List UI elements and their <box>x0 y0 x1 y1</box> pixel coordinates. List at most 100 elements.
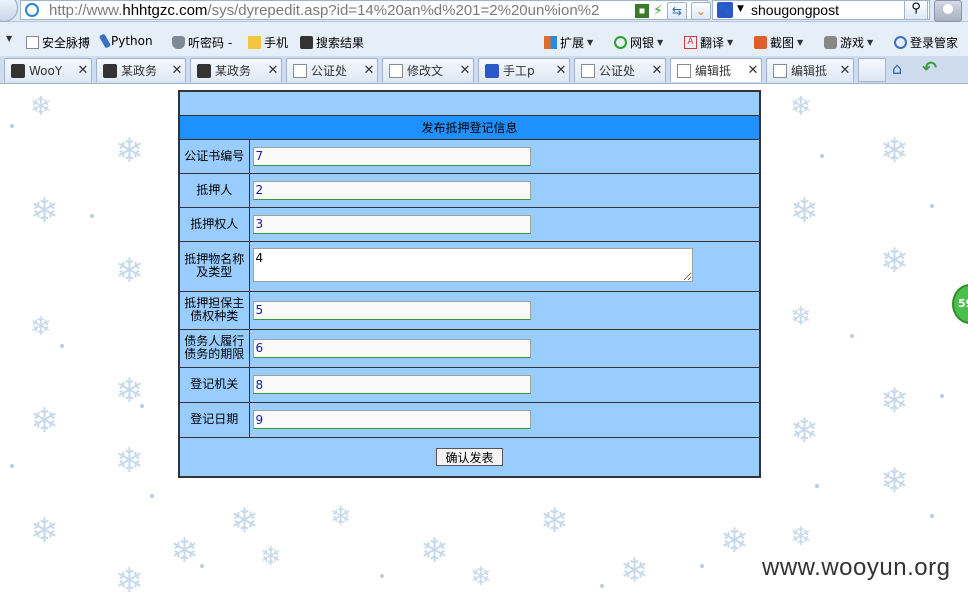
decor-dot <box>10 124 14 128</box>
site-info-icon[interactable] <box>25 3 39 17</box>
url-text: http://www.hhhtgzc.com/sys/dyrepedit.asp… <box>49 2 600 19</box>
close-icon[interactable]: ✕ <box>361 63 377 78</box>
decor-dot <box>600 584 604 588</box>
chevron-down-icon: ▼ <box>797 38 804 47</box>
bookmark-item[interactable]: Python <box>98 33 153 49</box>
tab-item[interactable]: 公证处 ✕ <box>286 58 378 82</box>
snowflake-icon: ❄ <box>30 401 59 441</box>
chevron-down-icon: ▼ <box>657 38 664 47</box>
toolbar-login-manager[interactable]: 登录管家 <box>894 34 958 51</box>
toolbar-banking[interactable]: 网银 ▼ <box>614 34 663 51</box>
qr-code-icon[interactable] <box>635 4 649 18</box>
snowflake-icon: ❄ <box>420 531 449 571</box>
scissors-icon <box>754 36 767 49</box>
bookmark-item[interactable]: 手机 <box>248 34 288 51</box>
field-label: 登记日期 <box>178 401 250 438</box>
close-icon[interactable]: ✕ <box>265 63 281 78</box>
close-icon[interactable]: ✕ <box>169 63 185 78</box>
notary-number-input[interactable] <box>252 146 531 166</box>
claim-type-input[interactable] <box>252 300 531 320</box>
new-tab-button[interactable] <box>858 58 886 82</box>
url-tools: ⚡ ⇆ ⌄ <box>635 2 711 20</box>
tab-item[interactable]: WooY ✕ <box>4 58 92 82</box>
bookmarks-bar: ▼ 安全脉搏 Python 听密码 - 手机 搜索结果 扩展 ▼ 网银 ▼ A 翻译 ▼… <box>0 30 968 52</box>
field-label: 债务人履行债务的期限 <box>178 328 250 368</box>
close-icon[interactable]: ✕ <box>837 63 853 78</box>
yen-shield-icon <box>614 36 627 49</box>
page-icon <box>677 63 691 78</box>
close-icon[interactable]: ✕ <box>75 63 91 78</box>
back-button[interactable] <box>0 0 18 22</box>
refresh-icon: ⇆ <box>671 4 682 18</box>
tab-item[interactable]: 公证处 ✕ <box>574 58 666 82</box>
undo-close-tab-icon[interactable]: ↶ <box>922 60 944 78</box>
decor-dot <box>850 334 854 338</box>
decor-dot <box>200 564 204 568</box>
cloud-icon <box>103 63 117 78</box>
home-icon[interactable]: ⌂ <box>892 60 910 78</box>
toolbar-games[interactable]: 游戏 ▼ <box>824 34 873 51</box>
decor-dot <box>150 494 154 498</box>
chevron-down-icon[interactable]: ▼ <box>737 4 744 14</box>
search-input[interactable]: shougongpost <box>751 2 839 18</box>
debt-term-input[interactable] <box>252 338 531 358</box>
search-box[interactable]: 🐾 ▼ shougongpost <box>712 0 930 20</box>
field-label: 抵押权人 <box>178 206 250 242</box>
toolbar-extensions[interactable]: 扩展 ▼ <box>544 34 593 51</box>
registration-authority-input[interactable] <box>252 375 531 394</box>
confirm-publish-button[interactable]: 确认发表 <box>436 447 503 466</box>
decor-dot <box>90 214 94 218</box>
tab-item[interactable]: 某政务 ✕ <box>96 58 186 82</box>
close-icon[interactable]: ✕ <box>745 63 761 78</box>
browser-chrome: http://www.hhhtgzc.com/sys/dyrepedit.asp… <box>0 0 968 84</box>
bookmarks-menu-caret[interactable]: ▼ <box>6 34 12 43</box>
tab-item[interactable]: 编辑抵 ✕ <box>766 58 854 82</box>
tab-item[interactable]: 手工p ✕ <box>478 58 570 82</box>
snowflake-icon: ❄ <box>790 411 819 451</box>
search-engine-icon[interactable]: 🐾 <box>717 2 733 18</box>
mortgagor-input[interactable] <box>252 180 531 200</box>
mortgagee-input[interactable] <box>252 214 531 234</box>
snowflake-icon: ❄ <box>30 92 52 122</box>
tab-item-active[interactable]: 编辑抵 ✕ <box>670 58 762 82</box>
close-icon[interactable]: ✕ <box>553 63 569 78</box>
snowflake-icon: ❄ <box>30 312 52 342</box>
chevron-down-icon: ▼ <box>6 34 13 43</box>
speed-mode-icon[interactable]: ⚡ <box>653 3 663 19</box>
snowflake-icon: ❄ <box>880 381 909 421</box>
toolbar-translate[interactable]: A 翻译 ▼ <box>684 34 733 51</box>
bookmark-item[interactable]: 听密码 - <box>172 34 232 51</box>
registration-date-input[interactable] <box>252 410 531 429</box>
collateral-textarea[interactable] <box>252 247 693 282</box>
watermark: www.wooyun.org <box>762 554 951 581</box>
url-dropdown-button[interactable]: ⌄ <box>690 2 711 20</box>
decor-dot <box>930 514 934 518</box>
close-icon[interactable]: ✕ <box>457 63 473 78</box>
floating-speed-widget[interactable]: 59 <box>952 284 968 324</box>
toolbar-screenshot[interactable]: 截图 ▼ <box>754 34 803 51</box>
field-label: 抵押人 <box>178 172 250 208</box>
search-button[interactable]: ⚲ <box>904 0 928 20</box>
snowflake-icon: ❄ <box>260 542 282 572</box>
snowflake-icon: ❄ <box>540 501 569 541</box>
page-icon <box>26 36 39 49</box>
form-top-bar <box>178 90 761 116</box>
chevron-down-icon: ⌄ <box>695 4 706 18</box>
tab-item[interactable]: 某政务 ✕ <box>190 58 282 82</box>
page-icon <box>581 63 595 78</box>
url-field[interactable]: http://www.hhhtgzc.com/sys/dyrepedit.asp… <box>20 0 711 20</box>
snowflake-icon: ❄ <box>115 441 144 481</box>
snowflake-icon: ❄ <box>470 562 492 592</box>
cloud-icon <box>11 63 25 78</box>
close-icon[interactable]: ✕ <box>649 63 665 78</box>
bookmark-item[interactable]: 安全脉搏 <box>26 34 90 51</box>
gamepad-icon <box>824 36 837 49</box>
snowflake-icon: ❄ <box>880 131 909 171</box>
tab-item[interactable]: 修改文 ✕ <box>382 58 474 82</box>
snowflake-icon: ❄ <box>115 371 144 411</box>
field-label: 公证书编号 <box>178 138 250 174</box>
decor-dot <box>60 344 64 348</box>
refresh-button[interactable]: ⇆ <box>666 2 687 20</box>
bookmark-item[interactable]: 搜索结果 <box>300 34 364 51</box>
user-avatar[interactable] <box>934 0 962 22</box>
